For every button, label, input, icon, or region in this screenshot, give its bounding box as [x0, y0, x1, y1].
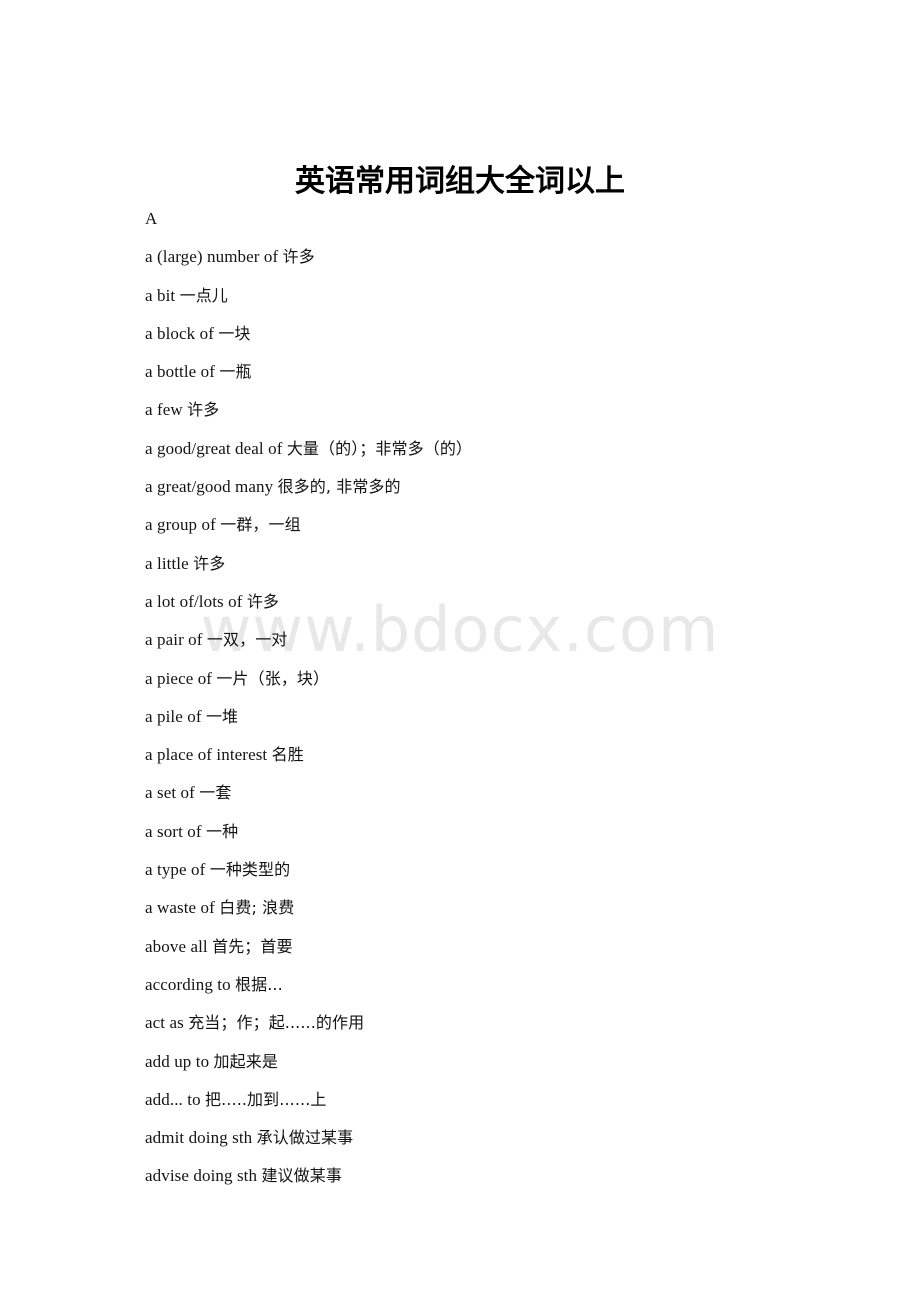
glossary-entry: a piece of 一片（张，块）: [145, 660, 845, 698]
glossary-entry: add up to 加起来是: [145, 1043, 845, 1081]
entry-chinese: 首先；首要: [212, 936, 293, 956]
glossary-entry: a great/good many 很多的, 非常多的: [145, 468, 845, 506]
entry-english: add up to: [145, 1051, 214, 1071]
document-page: www.bdocx.com 英语常用词组大全词以上 A a (large) nu…: [0, 0, 920, 1302]
entry-chinese: 加起来是: [213, 1051, 278, 1071]
entry-chinese: 一堆: [205, 706, 239, 726]
entry-english: advise doing sth: [145, 1166, 262, 1186]
glossary-entry: a pile of 一堆: [145, 698, 845, 736]
glossary-entry: a (large) number of 许多: [145, 238, 845, 276]
entry-english: a (large) number of: [145, 247, 283, 267]
glossary-entry: a little 许多: [145, 545, 845, 583]
entry-chinese: 一种: [205, 821, 239, 841]
entry-chinese: 把.....加到......上: [205, 1089, 327, 1109]
glossary-entry: above all 首先；首要: [145, 928, 845, 966]
entry-english: admit doing sth: [145, 1128, 257, 1148]
entry-chinese: 一双，一对: [206, 630, 288, 650]
entry-chinese: 许多: [246, 591, 280, 611]
entry-chinese: 白费; 浪费: [219, 898, 295, 918]
entry-chinese: 很多的, 非常多的: [277, 477, 401, 497]
section-heading-letter: A: [145, 209, 158, 228]
entry-chinese: 一种类型的: [209, 860, 291, 880]
entry-english: above all: [145, 936, 213, 956]
entry-chinese: 一点儿: [179, 285, 228, 305]
entry-english: a set of: [145, 783, 200, 803]
entry-english: a place of interest: [145, 745, 272, 765]
entry-chinese: 充当；作；起......的作用: [188, 1013, 365, 1033]
entry-english: add... to: [145, 1089, 206, 1109]
entry-chinese: 根据...: [235, 974, 283, 994]
glossary-entry: a good/great deal of 大量（的）；非常多（的）: [145, 430, 845, 468]
entry-chinese: 一群，一组: [220, 515, 301, 535]
entry-chinese: 一片（张，块）: [216, 668, 330, 688]
glossary-list: A a (large) number of 许多 a bit 一点儿 a block…: [145, 200, 845, 1196]
glossary-entry: according to 根据...: [145, 966, 845, 1004]
entry-english: a piece of: [145, 668, 217, 688]
entry-english: a pair of: [145, 630, 207, 650]
entry-english: a lot of/lots of: [145, 591, 247, 611]
entry-chinese: 一块: [218, 323, 251, 343]
glossary-entry: add... to 把.....加到......上: [145, 1081, 845, 1119]
entry-chinese: 许多: [193, 553, 226, 573]
entry-chinese: 一套: [199, 783, 232, 803]
glossary-entry: a bit 一点儿: [145, 277, 845, 315]
entry-chinese: 承认做过某事: [256, 1128, 354, 1148]
entry-english: a good/great deal of: [145, 438, 287, 458]
entry-chinese: 一瓶: [219, 362, 252, 382]
glossary-entry: a lot of/lots of 许多: [145, 583, 845, 621]
glossary-entry: a pair of 一双，一对: [145, 621, 845, 659]
glossary-entry: admit doing sth 承认做过某事: [145, 1119, 845, 1157]
glossary-entry: a few 许多: [145, 391, 845, 429]
entry-chinese: 许多: [187, 400, 220, 420]
glossary-entry: a place of interest 名胜: [145, 736, 845, 774]
glossary-entry: a group of 一群，一组: [145, 506, 845, 544]
entry-chinese: 大量（的）；非常多（的）: [286, 438, 473, 458]
glossary-entry: a bottle of 一瓶: [145, 353, 845, 391]
glossary-entry: a set of 一套: [145, 774, 845, 812]
entry-english: a bit: [145, 285, 180, 305]
entry-english: a little: [145, 553, 194, 573]
glossary-entry: a waste of 白费; 浪费: [145, 889, 845, 927]
glossary-entry: a block of 一块: [145, 315, 845, 353]
page-title: 英语常用词组大全词以上: [295, 164, 625, 200]
glossary-entry: a sort of 一种: [145, 813, 845, 851]
entry-chinese: 建议做某事: [261, 1166, 342, 1186]
entry-english: a type of: [145, 860, 210, 880]
entry-chinese: 名胜: [271, 745, 304, 765]
glossary-entry: a type of 一种类型的: [145, 851, 845, 889]
entry-english: a sort of: [145, 821, 206, 841]
glossary-entry: advise doing sth 建议做某事: [145, 1157, 845, 1195]
entry-english: a great/good many: [145, 477, 278, 497]
entry-english: a waste of: [145, 898, 220, 918]
entry-chinese: 许多: [282, 247, 315, 267]
entry-english: a group of: [145, 515, 221, 535]
glossary-entry: act as 充当；作；起......的作用: [145, 1004, 845, 1042]
entry-english: act as: [145, 1013, 189, 1033]
entry-english: a few: [145, 400, 188, 420]
entry-english: according to: [145, 974, 236, 994]
entry-english: a block of: [145, 323, 219, 343]
entry-english: a bottle of: [145, 362, 220, 382]
entry-english: a pile of: [145, 706, 206, 726]
